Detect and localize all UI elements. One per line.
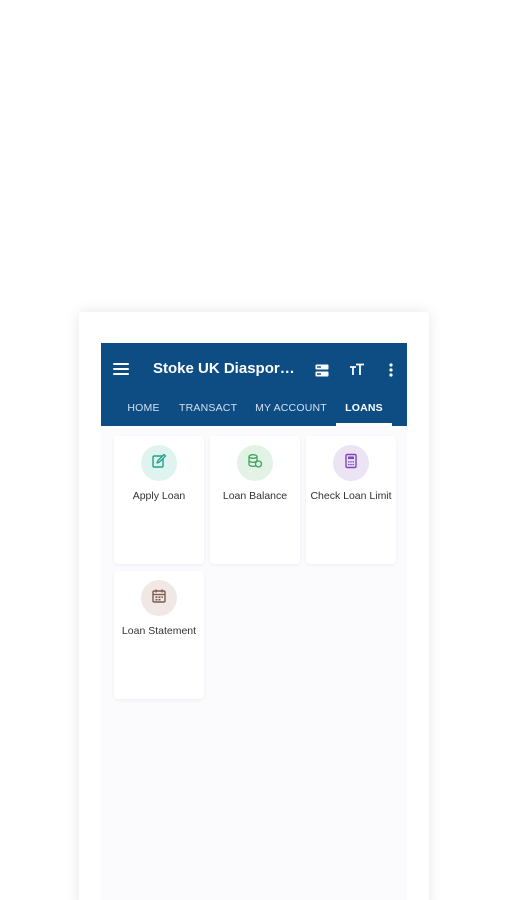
tab-transact[interactable]: TRANSACT: [179, 397, 237, 426]
loan-statement-icon-circle: [141, 580, 177, 616]
active-tab-indicator: [336, 423, 392, 426]
tile-label: Loan Statement: [121, 625, 197, 637]
edit-document-icon: [151, 453, 167, 474]
more-vert-icon[interactable]: [381, 360, 401, 380]
loan-balance-tile[interactable]: Loan Balance: [210, 436, 300, 564]
check-loan-limit-tile[interactable]: Check Loan Limit: [306, 436, 396, 564]
calculator-icon: [343, 453, 359, 474]
tab-bar: HOME TRANSACT MY ACCOUNT LOANS: [101, 397, 407, 426]
check-loan-limit-icon-circle: [333, 445, 369, 481]
tab-loans[interactable]: LOANS: [339, 397, 389, 426]
app-bar: Stoke UK Diaspora ... HOME TRANSACT MY A…: [101, 343, 407, 426]
loan-balance-icon-circle: [237, 445, 273, 481]
app-title: Stoke UK Diaspora ...: [153, 360, 303, 377]
calendar-icon: [151, 588, 167, 609]
app-screen: Stoke UK Diaspora ... HOME TRANSACT MY A…: [101, 343, 407, 900]
apply-loan-icon-circle: [141, 445, 177, 481]
font-size-icon[interactable]: [347, 360, 367, 380]
tab-home[interactable]: HOME: [121, 397, 166, 426]
coins-stack-icon: [247, 453, 263, 474]
tab-my-account[interactable]: MY ACCOUNT: [253, 397, 329, 426]
tile-label: Loan Balance: [222, 490, 288, 502]
tile-label: Apply Loan: [132, 490, 186, 502]
apply-loan-tile[interactable]: Apply Loan: [114, 436, 204, 564]
toolbar: Stoke UK Diaspora ...: [101, 343, 407, 397]
loan-statement-tile[interactable]: Loan Statement: [114, 571, 204, 699]
hamburger-menu-icon[interactable]: [113, 363, 129, 377]
server-icon[interactable]: [312, 360, 332, 380]
stage: Stoke UK Diaspora ... HOME TRANSACT MY A…: [0, 0, 507, 900]
tile-label: Check Loan Limit: [310, 490, 392, 502]
